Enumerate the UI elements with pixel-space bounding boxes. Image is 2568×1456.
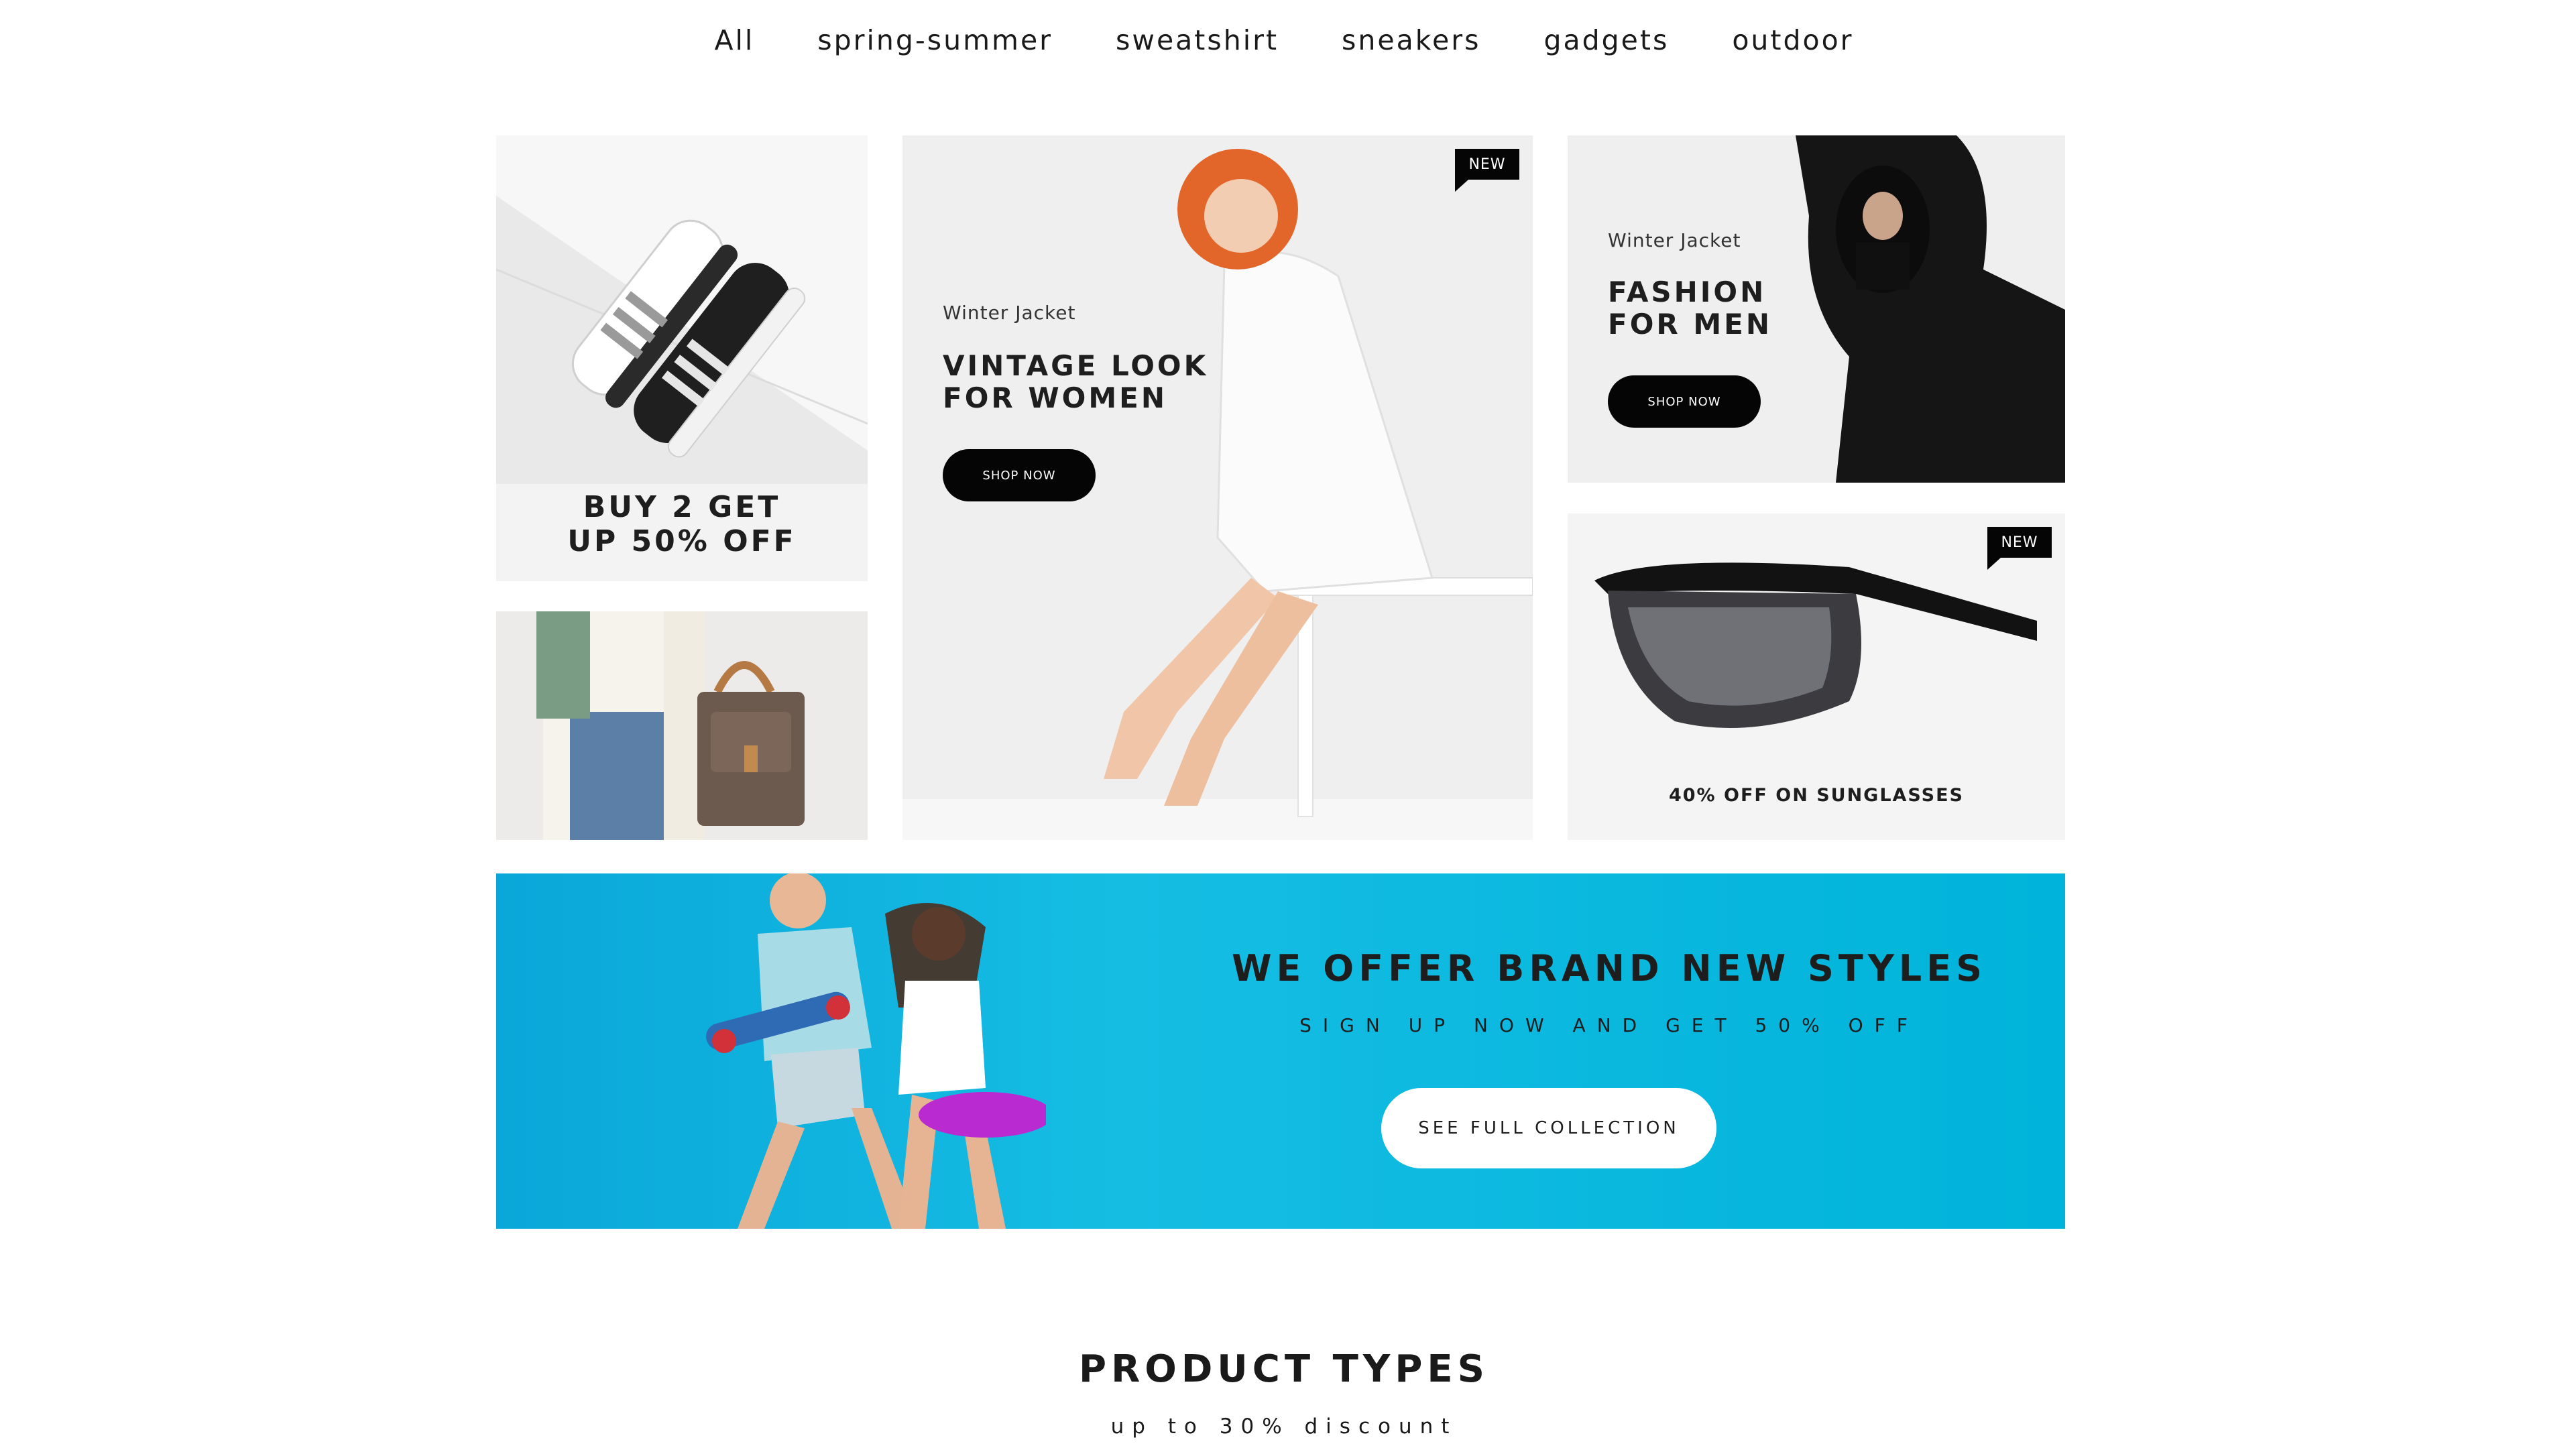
nav-item-outdoor[interactable]: outdoor — [1732, 24, 1853, 56]
sneakers-image — [496, 135, 868, 484]
women-headline: VINTAGE LOOK FOR WOMEN — [943, 349, 1209, 415]
men-subtitle: Winter Jacket — [1608, 229, 1741, 251]
nav-item-all[interactable]: All — [714, 24, 754, 56]
nav-item-gadgets[interactable]: gadgets — [1543, 24, 1669, 56]
shop-now-button[interactable]: SHOP NOW — [1608, 375, 1761, 428]
men-fashion-tile[interactable]: Winter Jacket FASHION FOR MEN SHOP NOW — [1568, 135, 2065, 483]
headline-line-2: FOR MEN — [1608, 308, 1772, 341]
banner-title: WE OFFER BRAND NEW STYLES — [1231, 947, 1987, 989]
headline-line-1: BUY 2 GET — [583, 490, 781, 524]
new-badge: NEW — [1455, 149, 1519, 192]
headline-line-2: FOR WOMEN — [943, 381, 1168, 415]
banner-subtitle: SIGN UP NOW AND GET 50% OFF — [1299, 1014, 1919, 1036]
headline-line-1: VINTAGE LOOK — [943, 349, 1209, 382]
handbag-image — [496, 611, 868, 840]
new-badge: NEW — [1987, 527, 2052, 570]
promo-banner: WE OFFER BRAND NEW STYLES SIGN UP NOW AN… — [496, 873, 2065, 1229]
sneakers-promo-tile[interactable]: BUY 2 GET UP 50% OFF — [496, 135, 868, 581]
women-fashion-tile[interactable]: NEW Winter Jacket VINTAGE LOOK FOR WOMEN… — [902, 135, 1533, 840]
sunglasses-tile[interactable]: NEW 40% OFF ON SUNGLASSES — [1568, 513, 2065, 840]
handbag-tile[interactable] — [496, 611, 868, 840]
nav-item-spring-summer[interactable]: spring-summer — [817, 24, 1053, 56]
see-full-collection-button[interactable]: SEE FULL COLLECTION — [1381, 1088, 1716, 1168]
section-subtitle: up to 30% discount — [1110, 1414, 1458, 1439]
nav-item-sweatshirt[interactable]: sweatshirt — [1116, 24, 1279, 56]
women-subtitle: Winter Jacket — [943, 302, 1076, 324]
headline-line-1: FASHION — [1608, 276, 1767, 308]
dancing-couple-image — [706, 873, 1046, 1229]
category-nav: All spring-summer sweatshirt sneakers ga… — [0, 0, 2568, 80]
sunglasses-caption: 40% OFF ON SUNGLASSES — [1668, 785, 1964, 806]
shop-now-button[interactable]: SHOP NOW — [943, 449, 1096, 501]
headline-line-2: UP 50% OFF — [567, 524, 797, 558]
nav-item-sneakers[interactable]: sneakers — [1342, 24, 1480, 56]
men-headline: FASHION FOR MEN — [1608, 276, 1772, 341]
sneakers-promo-headline: BUY 2 GET UP 50% OFF — [496, 490, 868, 558]
section-title: PRODUCT TYPES — [1079, 1347, 1489, 1391]
